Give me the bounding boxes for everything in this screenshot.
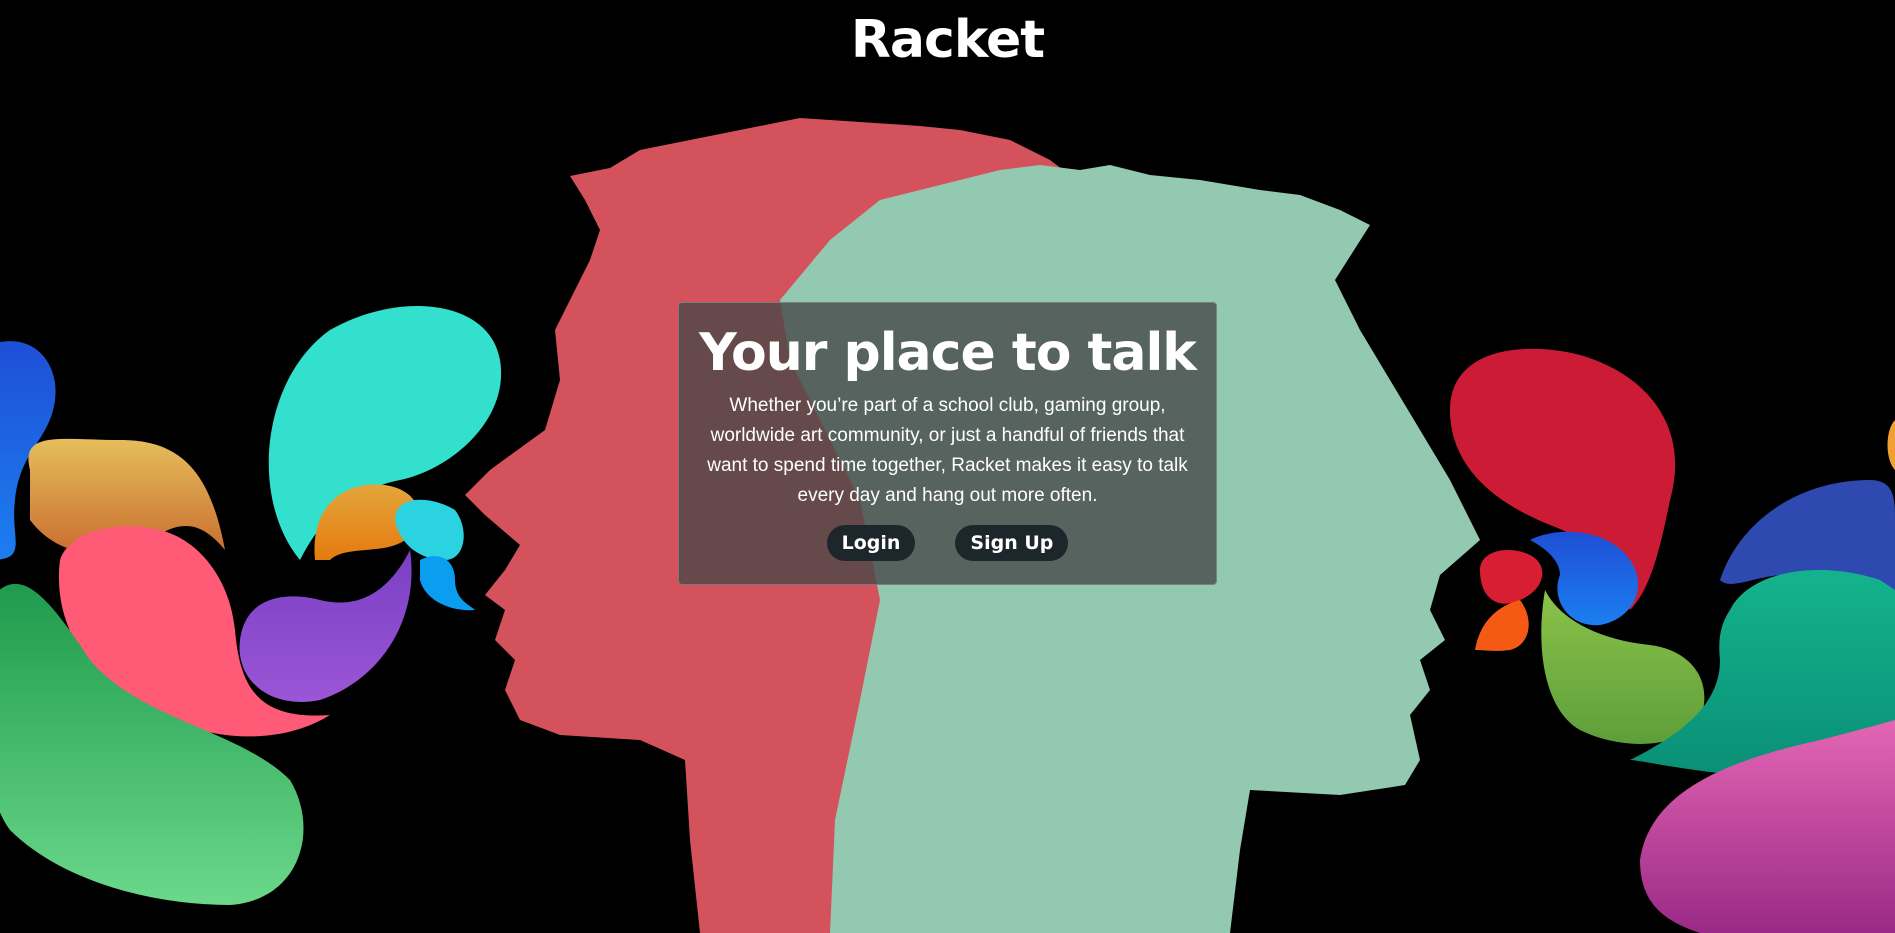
left-small-blue-blob: [420, 556, 475, 611]
hero-title: Your place to talk: [699, 323, 1197, 383]
hero-actions: Login Sign Up: [679, 525, 1216, 561]
hero-card: Your place to talk Whether you’re part o…: [678, 302, 1217, 585]
login-button[interactable]: Login: [826, 525, 916, 561]
brand-logo[interactable]: Racket: [0, 8, 1895, 72]
right-small-orange-blob: [1475, 600, 1529, 651]
right-small-red-blob: [1480, 550, 1543, 604]
left-small-cyan-blob: [395, 499, 464, 560]
left-purple-blob: [239, 550, 412, 702]
hero-description: Whether you’re part of a school club, ga…: [707, 395, 1188, 506]
right-edge-orange-blob: [1887, 420, 1895, 470]
landing-page: Racket Your place to talk Whether you’re…: [0, 0, 1895, 933]
signup-button[interactable]: Sign Up: [955, 525, 1069, 561]
